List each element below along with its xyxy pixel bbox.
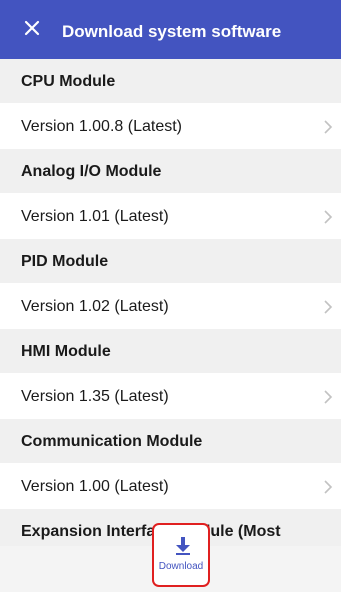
chevron-right-icon	[323, 119, 333, 135]
version-label: Version 1.00 (Latest)	[21, 478, 169, 495]
download-screen: Download system software CPU Module Vers…	[0, 0, 341, 592]
download-label: Download	[158, 561, 204, 572]
download-icon	[175, 536, 191, 556]
version-row-cpu[interactable]: Version 1.00.8 (Latest)	[0, 103, 341, 149]
section-header-communication: Communication Module	[0, 419, 341, 463]
version-row-pid[interactable]: Version 1.02 (Latest)	[0, 283, 341, 329]
section-header-cpu: CPU Module	[0, 59, 341, 103]
version-label: Version 1.01 (Latest)	[21, 208, 169, 225]
version-label: Version 1.02 (Latest)	[21, 298, 169, 315]
version-row-communication[interactable]: Version 1.00 (Latest)	[0, 463, 341, 509]
section-header-pid: PID Module	[0, 239, 341, 283]
section-header-hmi: HMI Module	[0, 329, 341, 373]
version-row-hmi[interactable]: Version 1.35 (Latest)	[0, 373, 341, 419]
version-label: Version 1.00.8 (Latest)	[21, 118, 182, 135]
page-title: Download system software	[62, 22, 282, 41]
chevron-right-icon	[323, 299, 333, 315]
chevron-right-icon	[323, 209, 333, 225]
chevron-right-icon	[323, 389, 333, 405]
version-row-analog-io[interactable]: Version 1.01 (Latest)	[0, 193, 341, 239]
close-icon	[24, 20, 40, 36]
chevron-right-icon	[323, 479, 333, 495]
header-bar: Download system software	[0, 0, 341, 59]
section-header-analog-io: Analog I/O Module	[0, 149, 341, 193]
version-label: Version 1.35 (Latest)	[21, 388, 169, 405]
download-button[interactable]: Download	[152, 523, 210, 587]
close-button[interactable]	[18, 14, 46, 42]
module-list: CPU Module Version 1.00.8 (Latest) Analo…	[0, 59, 341, 553]
